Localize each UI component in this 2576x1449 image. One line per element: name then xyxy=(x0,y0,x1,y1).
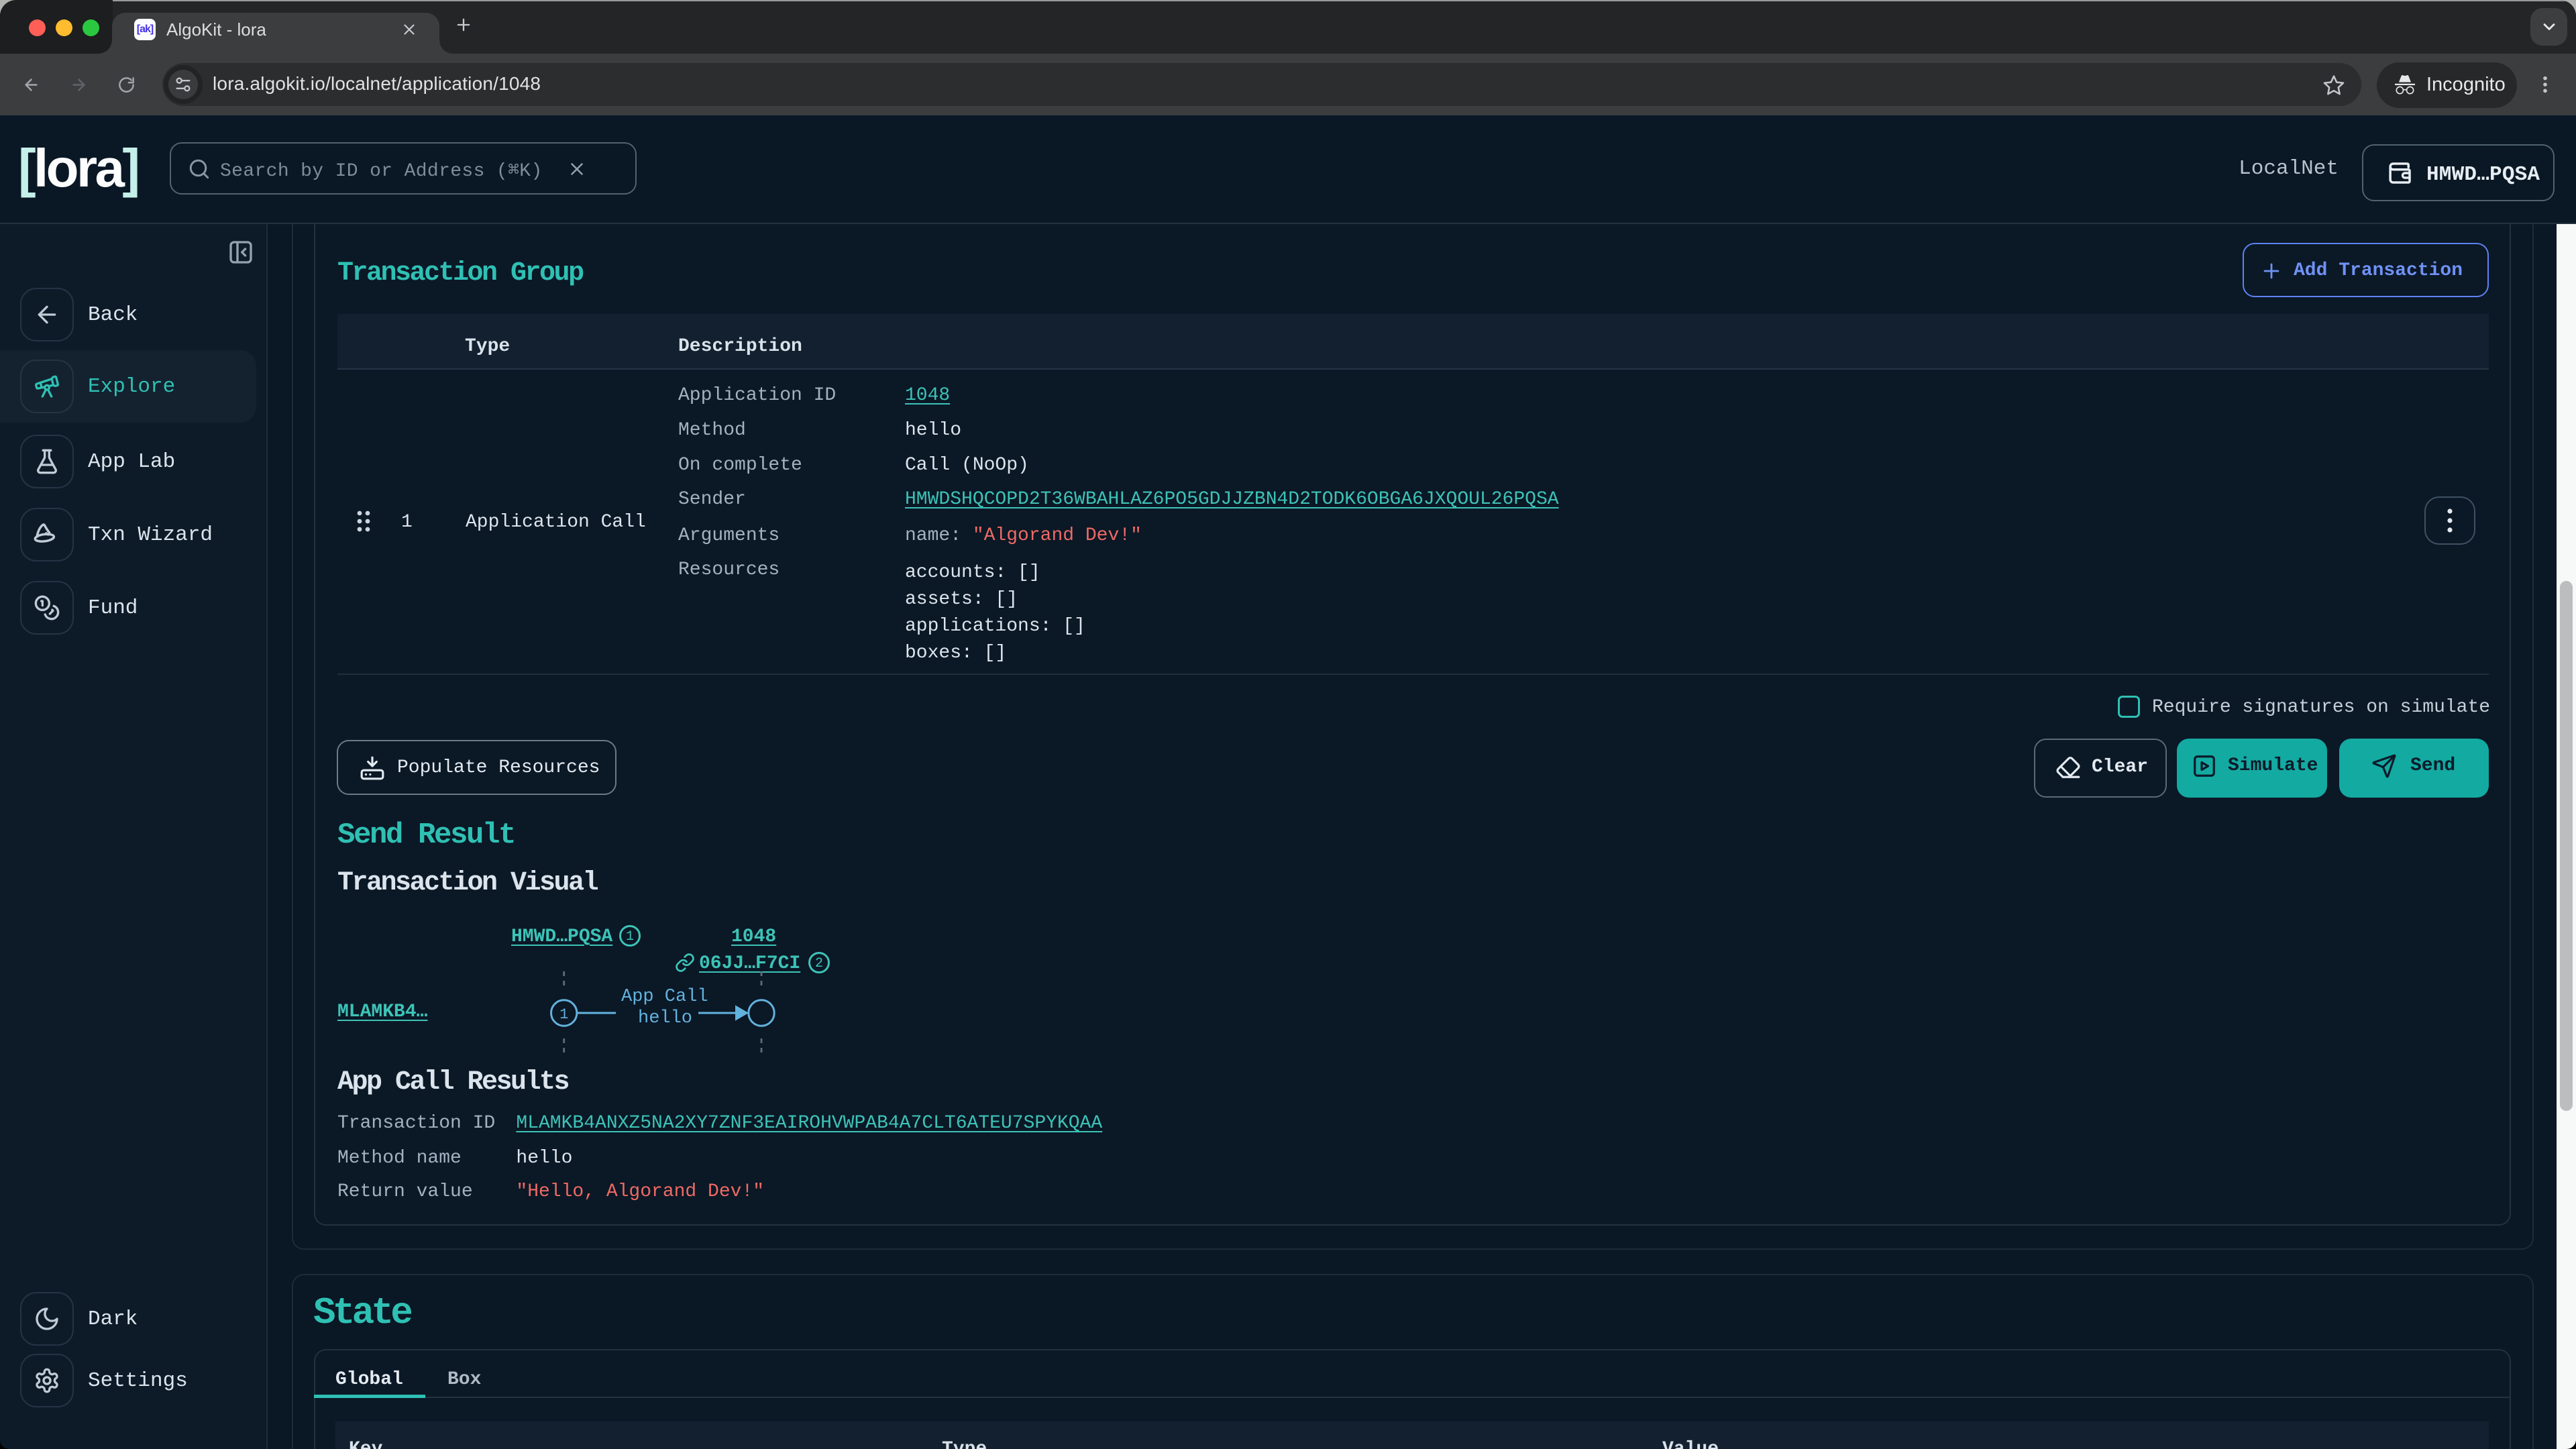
svg-text:1: 1 xyxy=(559,1006,568,1023)
